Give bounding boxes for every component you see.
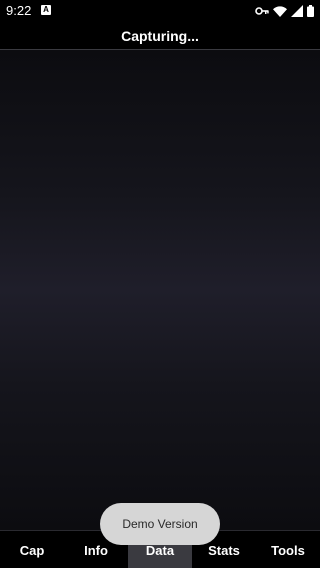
a-icon: A (41, 5, 51, 15)
tab-tools[interactable]: Tools (256, 531, 320, 568)
page-title: Capturing... (121, 28, 199, 44)
tab-cap[interactable]: Cap (0, 531, 64, 568)
wifi-icon (273, 5, 287, 17)
toast-message: Demo Version (100, 503, 220, 545)
status-icons (255, 4, 314, 18)
battery-icon (307, 5, 314, 17)
signal-icon (291, 5, 303, 17)
status-time: 9:22 (6, 3, 32, 18)
capture-area[interactable] (0, 50, 320, 530)
key-icon (255, 7, 269, 15)
app-screen: 9:22 A Capturing... Demo Version Cap Inf… (0, 0, 320, 568)
status-bar: 9:22 A (0, 0, 320, 22)
title-bar: Capturing... (0, 22, 320, 50)
a-icon-letter: A (43, 5, 49, 14)
